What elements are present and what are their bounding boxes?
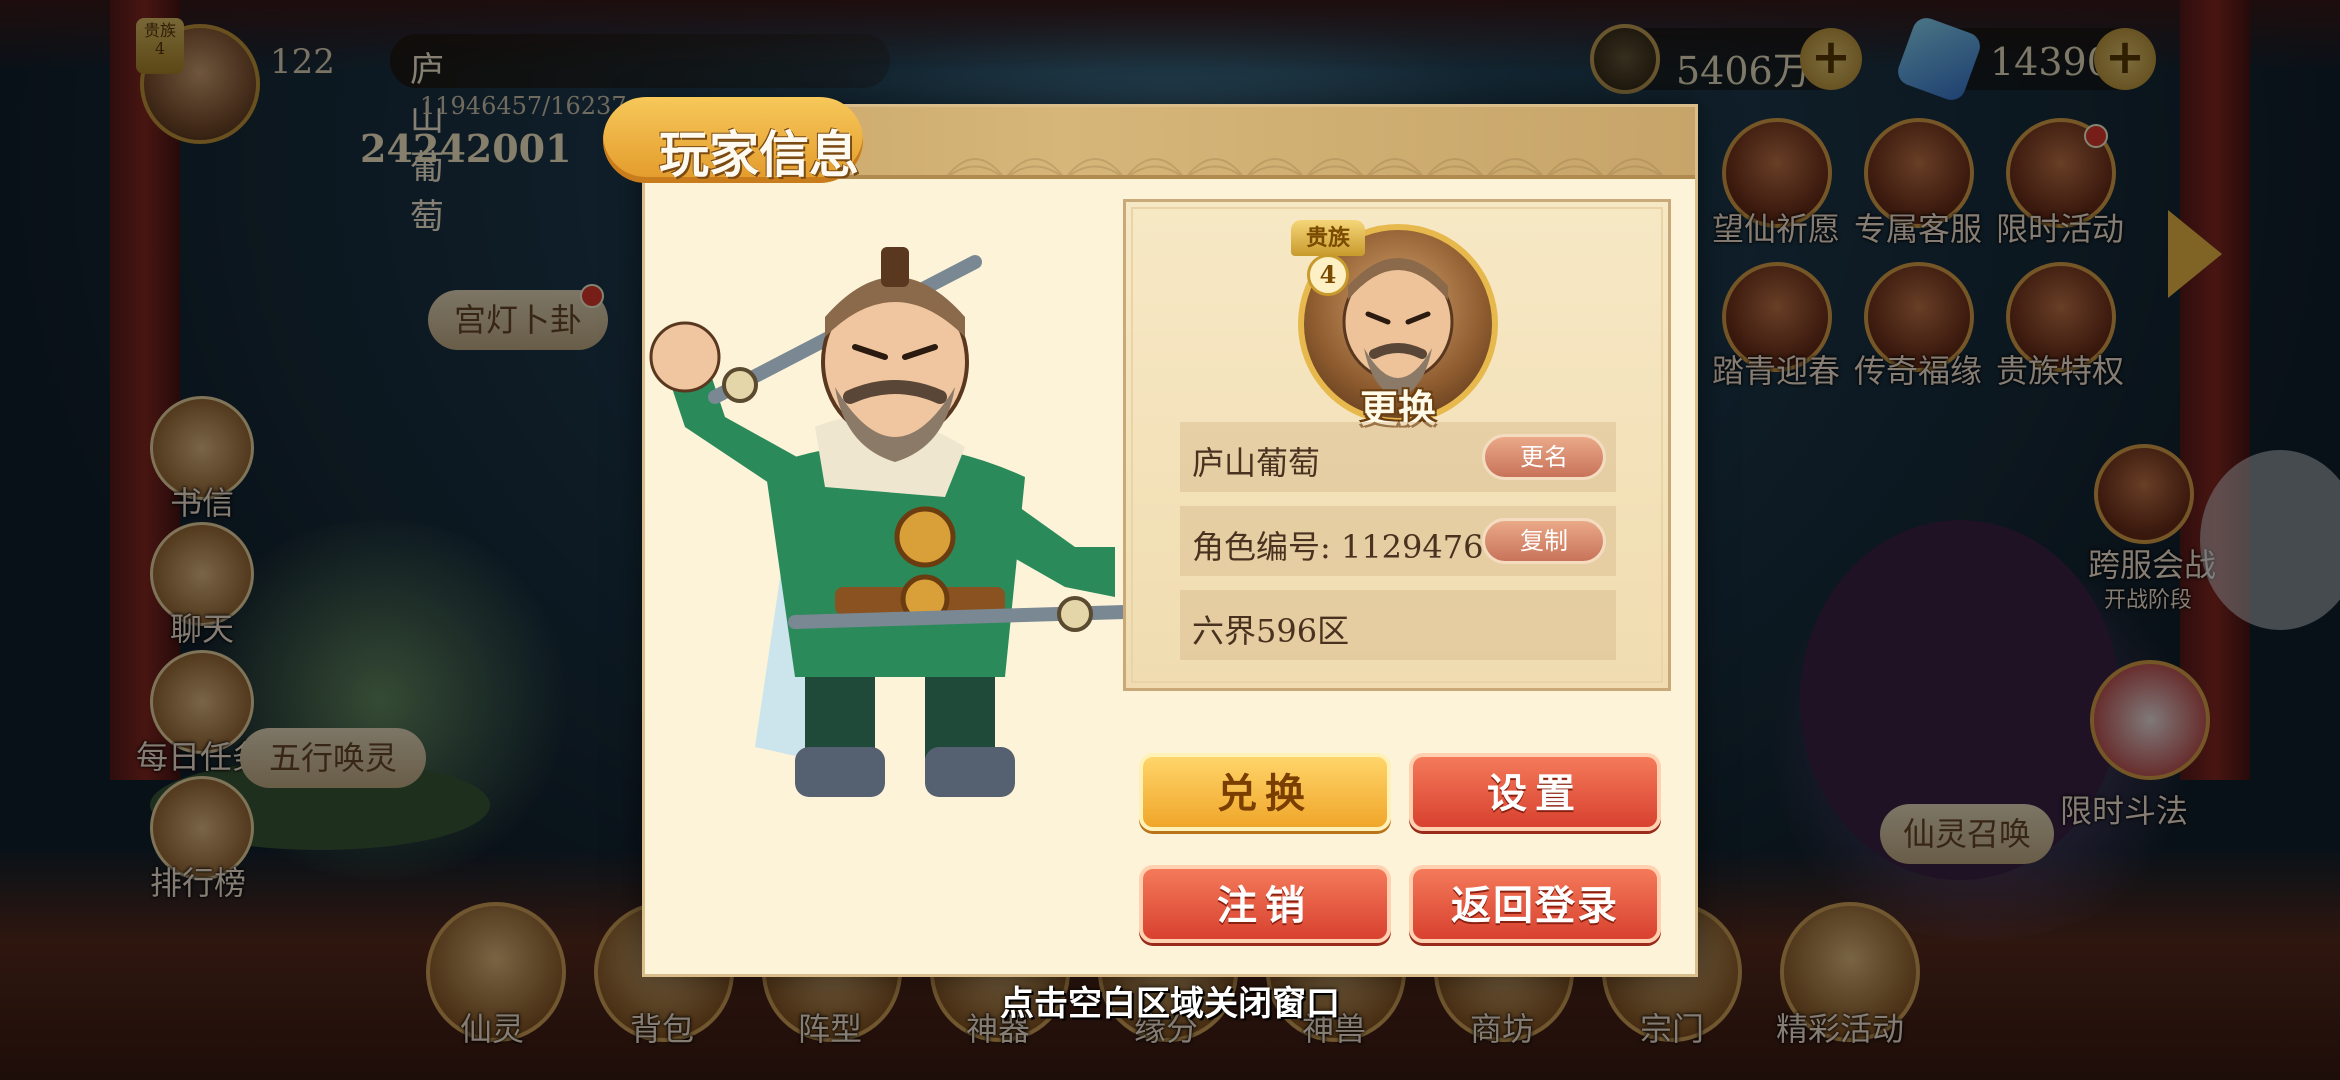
copy-id-button[interactable]: 复制 bbox=[1482, 518, 1606, 564]
role-id-row: 角色编号: 11294767 复制 bbox=[1180, 506, 1616, 576]
close-hint-text: 点击空白区域关闭窗口 bbox=[1000, 984, 1340, 1024]
rename-button[interactable]: 更名 bbox=[1482, 434, 1606, 480]
logout-button[interactable]: 注销 bbox=[1139, 865, 1391, 943]
dialog-title: 玩家信息 bbox=[659, 125, 859, 184]
noble-rank-badge: 贵族 4 bbox=[1291, 220, 1365, 306]
server-row: 六界596区 bbox=[1180, 590, 1616, 660]
player-info-panel: 贵族 4 更换 庐山葡萄 更名 角色编号: 11294767 复制 六界596区 bbox=[1123, 199, 1671, 691]
noble-rank-label: 贵族 bbox=[1291, 220, 1365, 256]
settings-button[interactable]: 设置 bbox=[1409, 753, 1661, 831]
back-to-login-button[interactable]: 返回登录 bbox=[1409, 865, 1661, 943]
noble-rank-level: 4 bbox=[1307, 254, 1349, 296]
redeem-button[interactable]: 兑换 bbox=[1139, 753, 1391, 831]
name-row: 庐山葡萄 更名 bbox=[1180, 422, 1616, 492]
role-id-value: 角色编号: 11294767 bbox=[1192, 528, 1504, 566]
player-info-dialog: 玩家信息 贵族 4 更换 庐山葡萄 更名 角色编号: 11294767 复制 六… bbox=[603, 97, 1698, 977]
player-name-value: 庐山葡萄 bbox=[1192, 444, 1321, 482]
hero-character-illustration bbox=[649, 247, 1132, 797]
server-value: 六界596区 bbox=[1192, 612, 1350, 650]
